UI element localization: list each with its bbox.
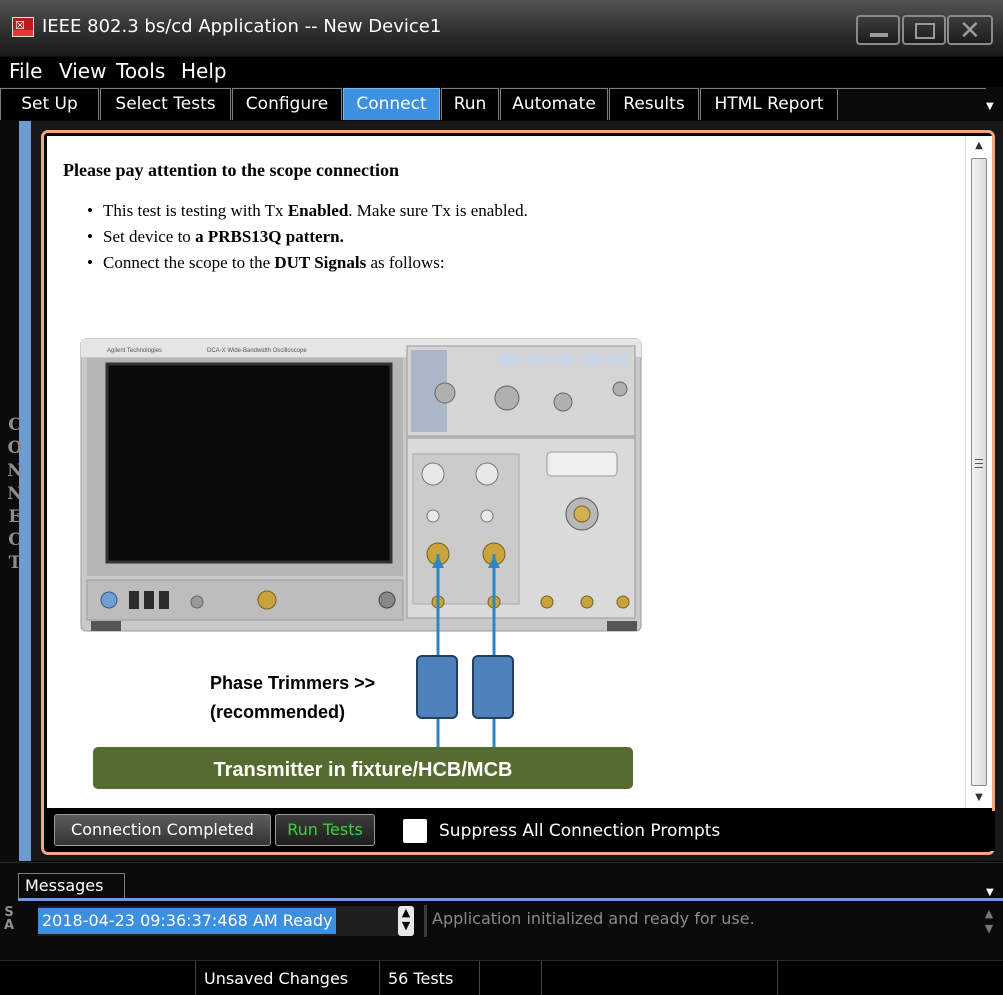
- connection-diagram: Agilent Technologies DCA-X Wide-Bandwidt…: [80, 338, 642, 789]
- tab-overflow-arrow-icon[interactable]: ▼: [986, 101, 994, 112]
- phase-trimmer-2: [472, 655, 514, 719]
- scroll-thumb[interactable]: [971, 158, 987, 786]
- phase-trimmer-1: [416, 655, 458, 719]
- menu-help[interactable]: Help: [181, 59, 227, 83]
- tab-select-tests[interactable]: Select Tests: [100, 88, 231, 120]
- message-detail-scroll[interactable]: ▲ ▼: [978, 906, 1000, 938]
- oscilloscope-image: Agilent Technologies DCA-X Wide-Bandwidt…: [80, 338, 642, 632]
- messages-side-label: S A: [3, 905, 15, 933]
- menu-file[interactable]: File: [9, 59, 42, 83]
- close-icon: ✕: [959, 16, 981, 46]
- tab-automate[interactable]: Automate: [500, 88, 608, 120]
- maximize-button[interactable]: [902, 15, 946, 45]
- content-scrollbar[interactable]: ▲ ▼: [965, 136, 992, 808]
- minimize-icon: [870, 33, 888, 37]
- messages-menu-arrow-icon[interactable]: ▼: [986, 887, 994, 898]
- status-cell-empty: [542, 961, 778, 995]
- title-bar: ☒ IEEE 802.3 bs/cd Application -- New De…: [0, 0, 1003, 57]
- tab-set-up[interactable]: Set Up: [0, 88, 99, 120]
- tab-messages[interactable]: Messages: [18, 873, 125, 899]
- connection-instructions: Please pay attention to the scope connec…: [47, 136, 965, 808]
- message-detail: Application initialized and ready for us…: [432, 909, 755, 928]
- status-unsaved-changes: Unsaved Changes: [196, 961, 380, 995]
- status-bar: Unsaved Changes 56 Tests: [0, 960, 1003, 995]
- close-button[interactable]: ✕: [947, 15, 993, 46]
- tab-connect[interactable]: Connect: [343, 88, 440, 120]
- connection-button-row: Connection Completed Run Tests Suppress …: [47, 811, 995, 851]
- tab-html-report[interactable]: HTML Report: [700, 88, 838, 120]
- phase-trimmers-label: Phase Trimmers >>: [210, 673, 375, 693]
- status-cell-empty: [480, 961, 542, 995]
- tab-results[interactable]: Results: [609, 88, 699, 120]
- connection-completed-button[interactable]: Connection Completed: [54, 814, 271, 846]
- messages-list[interactable]: 2018-04-23 09:36:37:468 AM Ready: [38, 906, 398, 936]
- tab-run[interactable]: Run: [441, 88, 499, 120]
- maximize-icon: [915, 23, 935, 39]
- suppress-prompts-checkbox[interactable]: [403, 819, 427, 843]
- scroll-up-arrow-icon[interactable]: ▲: [966, 136, 992, 156]
- fixture-label: Transmitter in fixture/HCB/MCB: [214, 759, 513, 781]
- window-title: IEEE 802.3 bs/cd Application -- New Devi…: [42, 16, 442, 37]
- tab-bar-fill: [838, 88, 986, 120]
- status-cell-empty: [778, 961, 1003, 995]
- scope-model: DCA-X Wide-Bandwidth Oscilloscope: [207, 348, 307, 354]
- tab-configure[interactable]: Configure: [232, 88, 342, 120]
- minimize-button[interactable]: [856, 15, 900, 45]
- run-tests-button[interactable]: Run Tests: [275, 814, 375, 846]
- messages-tab-bar: Messages ▼: [0, 862, 1003, 899]
- scope-brand: Agilent Technologies: [107, 348, 162, 354]
- phase-trimmers-note: (recommended): [210, 702, 345, 722]
- power-button: [100, 591, 118, 609]
- scope-screen: [105, 362, 393, 564]
- status-test-count: 56 Tests: [380, 961, 480, 995]
- suppress-prompts-label: Suppress All Connection Prompts: [439, 821, 721, 841]
- status-cell-empty: [0, 961, 196, 995]
- tab-bar: Set Up Select Tests Configure Connect Ru…: [0, 87, 1003, 121]
- messages-panel: S A 2018-04-23 09:36:37:468 AM Ready ▲ ▼ …: [0, 898, 1003, 960]
- connect-panel: Please pay attention to the scope connec…: [41, 130, 995, 855]
- app-icon: ☒: [12, 17, 34, 37]
- messages-spinner[interactable]: ▲ ▼: [398, 906, 414, 936]
- menu-bar: File View Tools Help: [0, 57, 1003, 87]
- menu-tools[interactable]: Tools: [116, 59, 165, 83]
- scroll-down-arrow-icon[interactable]: ▼: [966, 788, 992, 808]
- message-entry[interactable]: 2018-04-23 09:36:37:468 AM Ready: [38, 908, 337, 934]
- connect-side-label: C O N N E C T: [7, 415, 23, 573]
- menu-view[interactable]: View: [59, 59, 106, 83]
